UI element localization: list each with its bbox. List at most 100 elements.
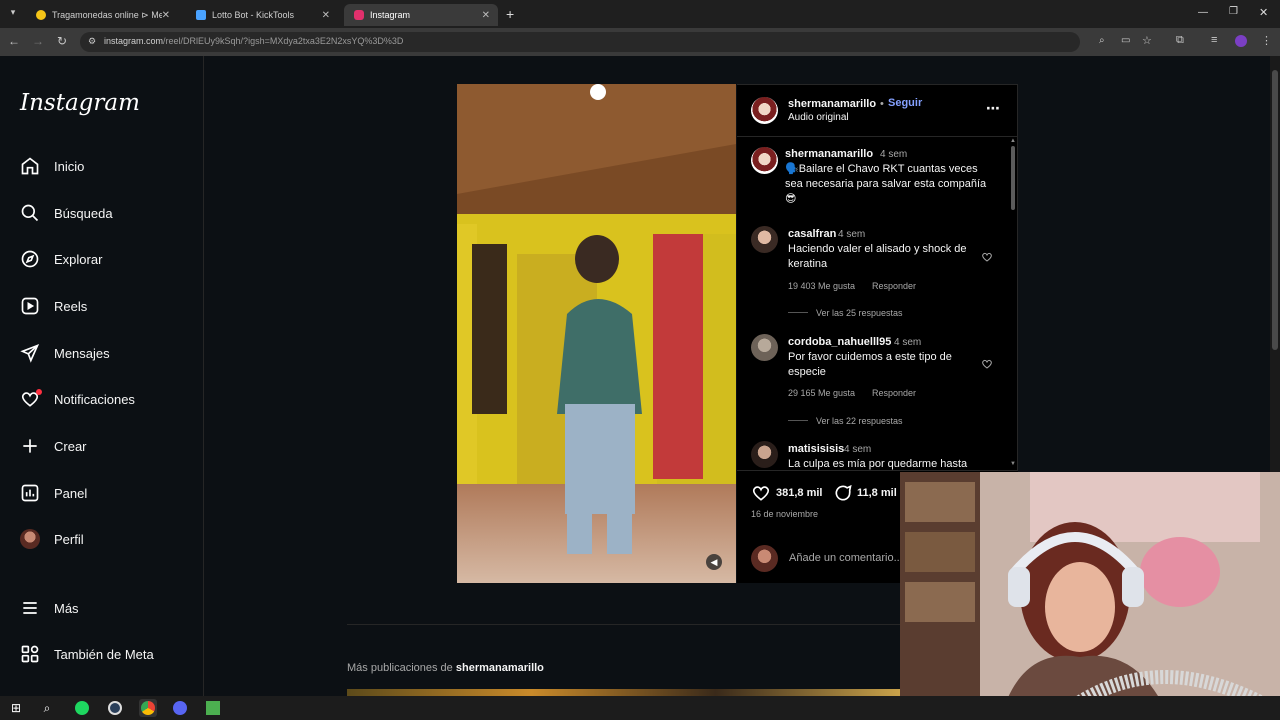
scroll-up-arrow[interactable]: ▲ bbox=[1010, 138, 1016, 144]
close-tab-icon[interactable]: ✕ bbox=[162, 10, 170, 21]
comment-like-count[interactable]: 19 403 Me gusta bbox=[788, 281, 855, 291]
comment-count[interactable]: 11,8 mil bbox=[857, 487, 897, 499]
caption-username[interactable]: shermanamarillo bbox=[785, 148, 873, 160]
reels-icon bbox=[20, 296, 40, 316]
audio-toggle-icon[interactable]: ◀ bbox=[706, 554, 722, 570]
separator-dot: • bbox=[880, 98, 884, 110]
more-posts-thumbnail-strip[interactable] bbox=[347, 689, 900, 696]
browser-tab-melbet[interactable]: Tragamonedas online ⊳ MelBet ✕ bbox=[26, 4, 178, 26]
caption-avatar[interactable] bbox=[751, 147, 778, 174]
sidebar-item-mensajes[interactable]: Mensajes bbox=[20, 341, 110, 365]
home-icon bbox=[20, 156, 40, 176]
sidebar-item-label: Mensajes bbox=[54, 345, 110, 361]
extensions-icon[interactable]: ⧉ bbox=[1176, 34, 1184, 47]
current-user-avatar bbox=[751, 545, 778, 572]
like-icon[interactable] bbox=[751, 483, 771, 503]
profile-avatar[interactable] bbox=[1235, 35, 1247, 47]
replies-divider bbox=[788, 312, 808, 313]
comment-username[interactable]: cordoba_nahuelll95 bbox=[788, 336, 891, 348]
sidebar-item-label: Reels bbox=[54, 298, 88, 314]
browser-menu-icon[interactable]: ⋮ bbox=[1261, 34, 1272, 47]
close-tab-icon[interactable]: ✕ bbox=[482, 10, 490, 21]
close-window-button[interactable]: ✕ bbox=[1259, 6, 1268, 19]
site-info-icon[interactable]: ⚙ bbox=[88, 36, 96, 47]
follow-button[interactable]: Seguir bbox=[888, 97, 922, 109]
discord-icon[interactable] bbox=[171, 699, 189, 717]
chart-icon bbox=[20, 483, 40, 503]
scroll-down-arrow[interactable]: ▼ bbox=[1010, 461, 1016, 467]
minecraft-icon[interactable] bbox=[204, 699, 222, 717]
sidebar-item-explorar[interactable]: Explorar bbox=[20, 247, 102, 271]
sidebar-item-meta[interactable]: También de Meta bbox=[20, 642, 154, 666]
zoom-icon[interactable]: ⌕ bbox=[1099, 35, 1105, 46]
sidebar-item-busqueda[interactable]: Búsqueda bbox=[20, 201, 113, 225]
url-text[interactable]: instagram.com/reel/DRlEUy9kSqh/?igsh=MXd… bbox=[104, 36, 403, 46]
windows-start-icon[interactable]: ⊞ bbox=[7, 699, 25, 717]
more-posts-heading: Más publicaciones de shermanamarillo bbox=[347, 662, 544, 674]
comment-username[interactable]: matisisisis bbox=[788, 443, 844, 455]
close-tab-icon[interactable]: ✕ bbox=[322, 10, 330, 21]
post-date: 16 de noviembre bbox=[751, 509, 819, 519]
comment-text: Haciendo valer el alisado y shock de ker… bbox=[788, 243, 967, 270]
forward-icon[interactable]: → bbox=[30, 34, 46, 48]
sidebar-item-reels[interactable]: Reels bbox=[20, 294, 87, 318]
tab-search-button[interactable]: ▾ bbox=[6, 7, 20, 21]
sidebar-item-perfil[interactable]: Perfil bbox=[20, 527, 84, 551]
taskbar-search-icon[interactable]: ⌕ bbox=[38, 699, 56, 717]
comment-avatar[interactable] bbox=[751, 441, 778, 468]
sidebar-item-label: Perfil bbox=[54, 531, 84, 547]
spotify-icon[interactable] bbox=[73, 699, 91, 717]
comments-scrollbar[interactable] bbox=[1011, 146, 1015, 210]
compass-icon bbox=[20, 249, 40, 269]
avatar bbox=[20, 529, 40, 549]
sidebar-item-label: Panel bbox=[54, 485, 88, 501]
view-replies-button[interactable]: Ver las 25 respuestas bbox=[816, 308, 903, 318]
comment-avatar[interactable] bbox=[751, 226, 778, 253]
sidebar-item-mas[interactable]: Más bbox=[20, 596, 79, 620]
heart-icon bbox=[20, 389, 42, 409]
author-avatar[interactable] bbox=[751, 97, 778, 124]
comment-avatar[interactable] bbox=[751, 334, 778, 361]
back-icon[interactable]: ← bbox=[6, 34, 22, 48]
media-control-icon[interactable]: ≡ bbox=[1211, 34, 1217, 46]
minimize-window-button[interactable]: — bbox=[1198, 7, 1208, 18]
comment-reply-button[interactable]: Responder bbox=[872, 388, 916, 398]
send-icon bbox=[20, 343, 40, 363]
comment-time: 4 sem bbox=[894, 337, 922, 348]
sidebar-item-label: Búsqueda bbox=[54, 205, 113, 221]
cast-icon[interactable]: ▭ bbox=[1121, 35, 1130, 46]
like-count[interactable]: 381,8 mil bbox=[776, 487, 822, 499]
reload-icon[interactable]: ↻ bbox=[54, 34, 70, 48]
sidebar-item-label: Más bbox=[54, 600, 79, 616]
comment-like-icon[interactable] bbox=[981, 358, 993, 370]
comment-like-count[interactable]: 29 165 Me gusta bbox=[788, 388, 855, 398]
browser-tab-kicktools[interactable]: Lotto Bot - KickTools ✕ bbox=[186, 4, 338, 26]
sidebar-item-crear[interactable]: Crear bbox=[20, 434, 87, 458]
more-options-icon[interactable]: ⋯ bbox=[986, 100, 1000, 117]
add-comment-input[interactable]: Añade un comentario... bbox=[789, 552, 903, 564]
restore-window-button[interactable]: ❐ bbox=[1229, 6, 1238, 17]
sidebar-item-label: Notificaciones bbox=[54, 391, 135, 407]
audio-label[interactable]: Audio original bbox=[788, 112, 849, 123]
steam-icon[interactable] bbox=[106, 699, 124, 717]
more-posts-username[interactable]: shermanamarillo bbox=[456, 662, 544, 674]
chrome-icon[interactable] bbox=[139, 699, 157, 717]
sidebar-item-notificaciones[interactable]: Notificaciones bbox=[20, 387, 135, 411]
caption-text: 🗣️Bailare el Chavo RKT cuantas veces sea… bbox=[785, 163, 987, 205]
comment-username[interactable]: casalfran bbox=[788, 228, 836, 240]
browser-tab-instagram[interactable]: Instagram ✕ bbox=[344, 4, 498, 26]
sidebar-item-label: Crear bbox=[54, 438, 87, 454]
new-tab-button[interactable]: + bbox=[506, 6, 514, 22]
comment-reply-button[interactable]: Responder bbox=[872, 281, 916, 291]
reel-video[interactable] bbox=[457, 84, 736, 583]
sidebar-item-panel[interactable]: Panel bbox=[20, 481, 87, 505]
comment-icon[interactable] bbox=[833, 483, 853, 503]
instagram-logo[interactable]: Instagram bbox=[20, 90, 140, 116]
view-replies-button[interactable]: Ver las 22 respuestas bbox=[816, 416, 903, 426]
tab-title: Lotto Bot - KickTools bbox=[212, 10, 295, 20]
bookmark-star-icon[interactable]: ☆ bbox=[1142, 34, 1152, 47]
webcam-overlay bbox=[900, 472, 1280, 720]
author-username[interactable]: shermanamarillo bbox=[788, 98, 876, 110]
sidebar-item-inicio[interactable]: Inicio bbox=[20, 154, 84, 178]
comment-like-icon[interactable] bbox=[981, 251, 993, 263]
